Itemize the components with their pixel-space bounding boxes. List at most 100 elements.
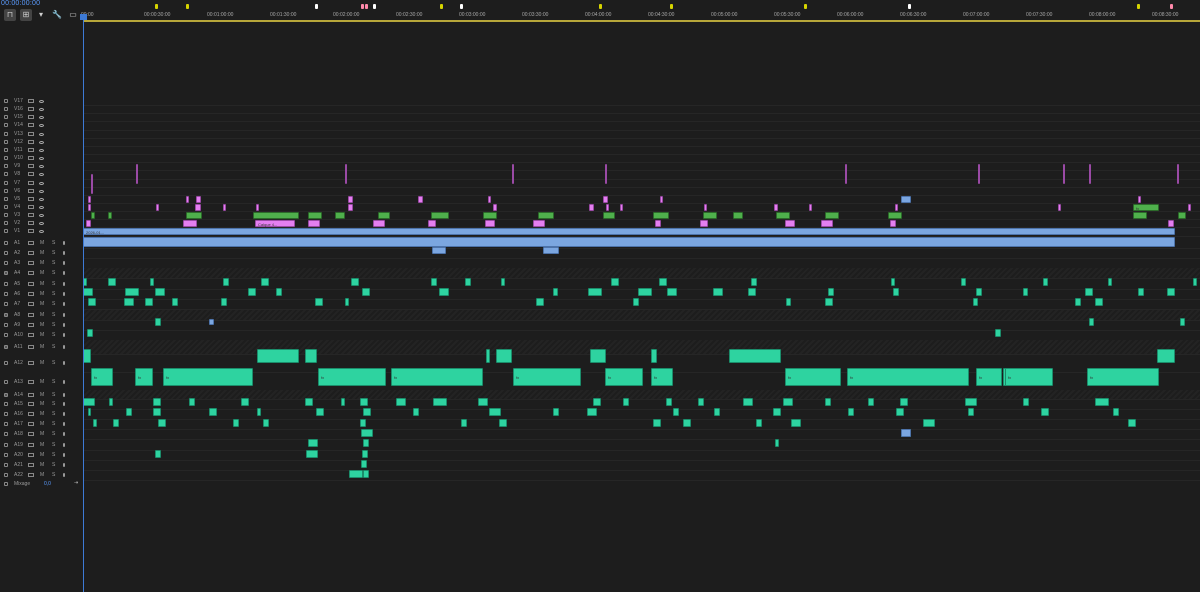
track-name[interactable]: V12 xyxy=(14,139,23,145)
video-clip[interactable] xyxy=(428,220,436,227)
track-name[interactable]: A16 xyxy=(14,411,23,417)
video-clip[interactable] xyxy=(733,212,743,219)
sequence-marker[interactable] xyxy=(440,4,443,9)
video-clip[interactable] xyxy=(493,204,497,211)
audio-clip[interactable] xyxy=(868,398,874,406)
solo-button[interactable]: S xyxy=(52,379,55,385)
sync-lock-icon[interactable] xyxy=(28,241,34,245)
track-name[interactable]: A13 xyxy=(14,379,23,385)
lock-icon[interactable] xyxy=(4,147,8,152)
lock-icon[interactable] xyxy=(4,107,8,112)
microphone-icon[interactable] xyxy=(63,282,65,286)
audio-clip[interactable] xyxy=(961,278,966,286)
lock-icon[interactable] xyxy=(4,271,8,275)
video-clip[interactable] xyxy=(308,220,320,227)
sync-lock-icon[interactable] xyxy=(28,292,34,296)
audio-clip[interactable] xyxy=(748,288,756,296)
sync-lock-icon[interactable] xyxy=(28,107,34,112)
audio-clip[interactable] xyxy=(623,398,629,406)
video-clip[interactable] xyxy=(308,212,322,219)
sequence-marker[interactable] xyxy=(361,4,364,9)
sync-lock-icon[interactable] xyxy=(28,164,34,169)
audio-clip[interactable] xyxy=(1193,278,1197,286)
mute-button[interactable]: M xyxy=(40,250,44,256)
lock-icon[interactable] xyxy=(4,313,8,317)
sync-lock-icon[interactable] xyxy=(28,213,34,218)
solo-button[interactable]: S xyxy=(52,442,55,448)
audio-clip[interactable] xyxy=(1113,408,1119,416)
audio-clip[interactable] xyxy=(1089,318,1094,326)
microphone-icon[interactable] xyxy=(63,292,65,296)
sequence-marker[interactable] xyxy=(365,4,368,9)
video-clip[interactable] xyxy=(1177,164,1179,184)
audio-clip[interactable] xyxy=(1157,349,1175,363)
solo-button[interactable]: S xyxy=(52,401,55,407)
audio-clip[interactable] xyxy=(306,450,318,458)
audio-clip[interactable] xyxy=(113,419,119,427)
solo-button[interactable]: S xyxy=(52,344,55,350)
video-clip[interactable] xyxy=(901,196,911,203)
microphone-icon[interactable] xyxy=(63,443,65,447)
video-clip[interactable] xyxy=(704,204,707,211)
lock-icon[interactable] xyxy=(4,402,8,406)
audio-clip[interactable] xyxy=(825,398,831,406)
microphone-icon[interactable] xyxy=(63,402,65,406)
track-name[interactable]: V6 xyxy=(14,188,20,194)
audio-clip[interactable] xyxy=(825,298,833,306)
audio-clip[interactable] xyxy=(315,298,323,306)
track-name[interactable]: A21 xyxy=(14,462,23,468)
audio-clip[interactable] xyxy=(743,398,753,406)
lock-icon[interactable] xyxy=(4,123,8,128)
solo-button[interactable]: S xyxy=(52,260,55,266)
sync-lock-icon[interactable] xyxy=(28,229,34,234)
microphone-icon[interactable] xyxy=(63,361,65,365)
lock-icon[interactable] xyxy=(4,453,8,457)
sync-lock-icon[interactable] xyxy=(28,392,34,397)
solo-button[interactable]: S xyxy=(52,452,55,458)
audio-clip[interactable]: fx xyxy=(513,368,581,386)
video-clip[interactable] xyxy=(253,212,299,219)
video-clip[interactable] xyxy=(183,220,197,227)
lock-icon[interactable] xyxy=(4,164,8,169)
mute-button[interactable]: M xyxy=(40,291,44,297)
eye-icon[interactable] xyxy=(39,214,44,218)
audio-clip[interactable] xyxy=(172,298,178,306)
eye-icon[interactable] xyxy=(39,165,44,169)
lock-icon[interactable] xyxy=(4,333,8,337)
audio-clip[interactable] xyxy=(633,298,639,306)
audio-clip[interactable] xyxy=(155,450,161,458)
audio-clip[interactable] xyxy=(891,278,895,286)
audio-clip[interactable] xyxy=(783,398,793,406)
microphone-icon[interactable] xyxy=(63,422,65,426)
solo-button[interactable]: S xyxy=(52,421,55,427)
audio-clip[interactable] xyxy=(698,398,704,406)
video-clip[interactable] xyxy=(483,212,497,219)
video-clip[interactable] xyxy=(485,220,495,227)
eye-icon[interactable] xyxy=(39,148,44,152)
lock-icon[interactable] xyxy=(4,302,8,306)
mute-button[interactable]: M xyxy=(40,281,44,287)
microphone-icon[interactable] xyxy=(63,463,65,467)
video-clip[interactable] xyxy=(223,204,226,211)
video-clip[interactable] xyxy=(348,196,353,203)
microphone-icon[interactable] xyxy=(63,392,65,397)
audio-clip[interactable] xyxy=(773,408,781,416)
audio-clip[interactable] xyxy=(593,398,601,406)
lock-icon[interactable] xyxy=(4,463,8,467)
video-clip[interactable] xyxy=(776,212,790,219)
lock-icon[interactable] xyxy=(4,261,8,265)
sync-lock-icon[interactable] xyxy=(28,313,34,317)
audio-clip[interactable]: fx xyxy=(91,368,113,386)
audio-clip[interactable] xyxy=(83,349,91,363)
lock-icon[interactable] xyxy=(4,323,8,327)
video-clip[interactable] xyxy=(1188,204,1191,211)
eye-icon[interactable] xyxy=(39,222,44,226)
video-clip[interactable] xyxy=(603,196,608,203)
solo-button[interactable]: S xyxy=(52,431,55,437)
audio-clip[interactable] xyxy=(465,278,471,286)
track-name[interactable]: V15 xyxy=(14,114,23,120)
track-name[interactable]: V4 xyxy=(14,204,20,210)
video-clip[interactable] xyxy=(195,204,201,211)
audio-clip[interactable] xyxy=(611,278,619,286)
solo-button[interactable]: S xyxy=(52,250,55,256)
